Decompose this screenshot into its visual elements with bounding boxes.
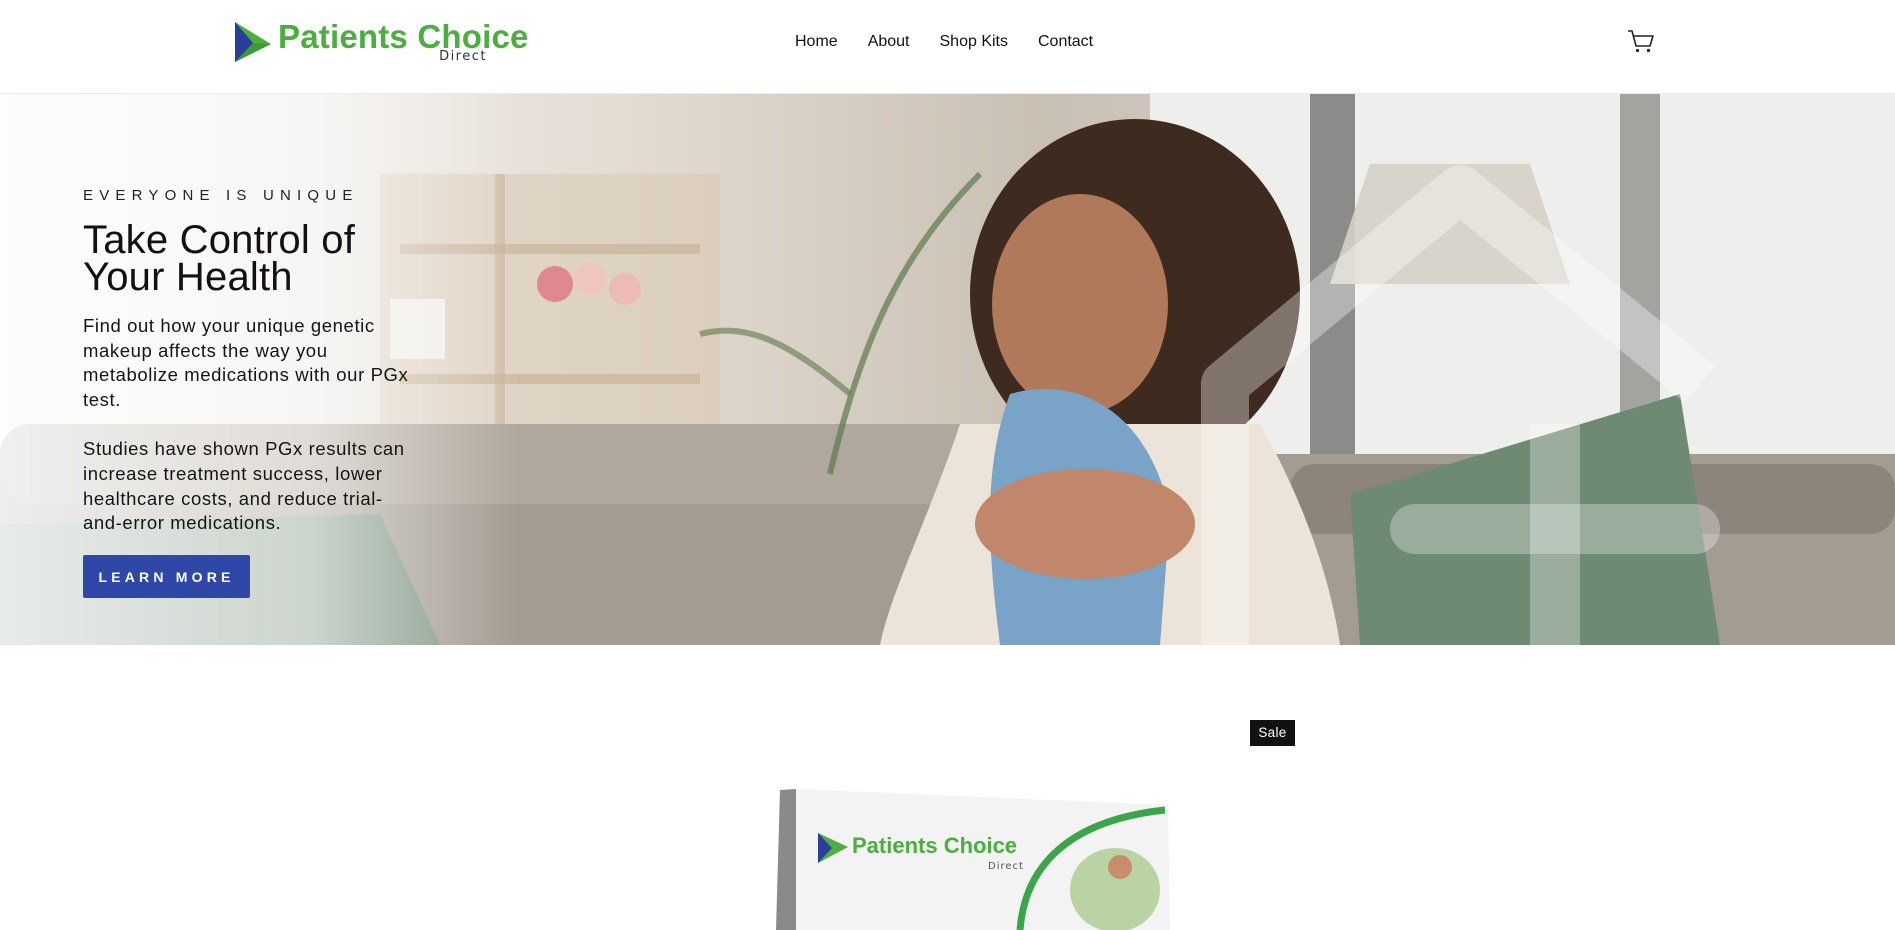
nav-home[interactable]: Home [795,31,838,53]
product-box-sub: Direct [988,861,1024,872]
hero-eyebrow: EVERYONE IS UNIQUE [83,187,359,204]
logo-name: Patients Choice [278,18,529,55]
logo-mark-icon [235,22,271,62]
hero-title-line2: Your Health [83,255,293,299]
nav-about[interactable]: About [868,31,910,53]
nav-shop-kits[interactable]: Shop Kits [940,31,1008,53]
learn-more-button[interactable]: LEARN MORE [83,555,250,598]
site-header: Patients Choice Direct Home About Shop K… [0,0,1895,94]
sale-badge: Sale [1250,720,1295,746]
hero-paragraph-2: Studies have shown PGx results can incre… [83,438,405,534]
product-box-brand: Patients Choice [852,833,1017,858]
logo[interactable]: Patients Choice Direct [233,18,528,66]
hero-paragraph-1: Find out how your unique genetic makeup … [83,315,409,410]
cart-icon[interactable] [1627,28,1655,54]
hero-title: Take Control of Your Health [83,220,413,299]
product-kit-image[interactable]: Patients Choice Direct [770,785,1180,930]
hero-banner: EVERYONE IS UNIQUE Take Control of Your … [0,94,1895,645]
nav-contact[interactable]: Contact [1038,31,1093,53]
hero-content: EVERYONE IS UNIQUE Take Control of Your … [83,186,413,536]
main-nav: Home About Shop Kits Contact [795,31,1123,53]
product-box-graphic: Patients Choice Direct [776,789,1170,930]
logo-sub: Direct [439,49,487,64]
